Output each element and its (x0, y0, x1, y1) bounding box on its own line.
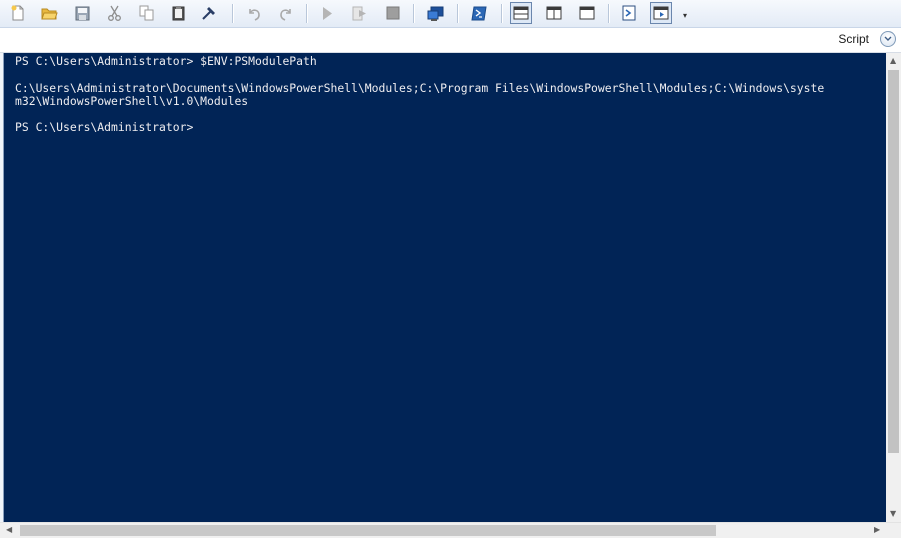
scroll-up-icon[interactable]: ▲ (890, 56, 896, 66)
redo-icon[interactable] (275, 2, 297, 24)
toolbar-overflow-chevron-icon[interactable]: ▾ (680, 10, 690, 22)
console-prompt: PS C:\Users\Administrator> (15, 120, 194, 135)
show-script-pane-chevron-icon[interactable] (880, 31, 896, 47)
run-selection-icon[interactable] (349, 2, 371, 24)
toolbar-separator (413, 4, 415, 23)
console-pane[interactable]: PS C:\Users\Administrator> $ENV:PSModule… (3, 53, 886, 522)
toolbar-separator (232, 4, 234, 23)
paste-icon[interactable] (167, 2, 189, 24)
cut-icon[interactable] (103, 2, 125, 24)
start-powershell-icon[interactable] (468, 2, 490, 24)
show-script-pane-right-icon[interactable] (543, 2, 565, 24)
script-pane-bar: Script (0, 28, 901, 53)
new-icon[interactable] (7, 2, 29, 24)
horizontal-scroll-thumb[interactable] (20, 525, 716, 536)
show-script-pane-maximized-icon[interactable] (576, 2, 598, 24)
console-output: PS C:\Users\Administrator> $ENV:PSModule… (4, 53, 886, 135)
show-command-addon-icon[interactable] (650, 2, 672, 24)
toolbar-separator (608, 4, 610, 23)
scroll-down-icon[interactable]: ▼ (890, 509, 896, 519)
console-line: PS C:\Users\Administrator> $ENV:PSModule… (15, 54, 317, 68)
save-icon[interactable] (71, 2, 93, 24)
toolbar: ▾ (0, 0, 901, 28)
run-script-icon[interactable] (316, 2, 338, 24)
show-script-pane-top-icon[interactable] (510, 2, 532, 24)
scroll-right-icon[interactable]: ▶ (874, 525, 880, 535)
open-folder-icon[interactable] (38, 2, 60, 24)
console-line: m32\WindowsPowerShell\v1.0\Modules (15, 93, 249, 108)
stop-icon[interactable] (382, 2, 404, 24)
copy-icon[interactable] (135, 2, 157, 24)
clear-console-icon[interactable] (198, 2, 220, 24)
console-line: C:\Users\Administrator\Documents\Windows… (15, 80, 825, 95)
toolbar-separator (501, 4, 503, 23)
script-pane-label: Script (838, 32, 869, 46)
show-command-window-icon[interactable] (618, 2, 640, 24)
undo-icon[interactable] (243, 2, 265, 24)
scroll-left-icon[interactable]: ◀ (6, 525, 12, 535)
new-remote-tab-icon[interactable] (424, 2, 446, 24)
toolbar-separator (306, 4, 308, 23)
vertical-scroll-thumb[interactable] (888, 70, 899, 453)
toolbar-separator (457, 4, 459, 23)
